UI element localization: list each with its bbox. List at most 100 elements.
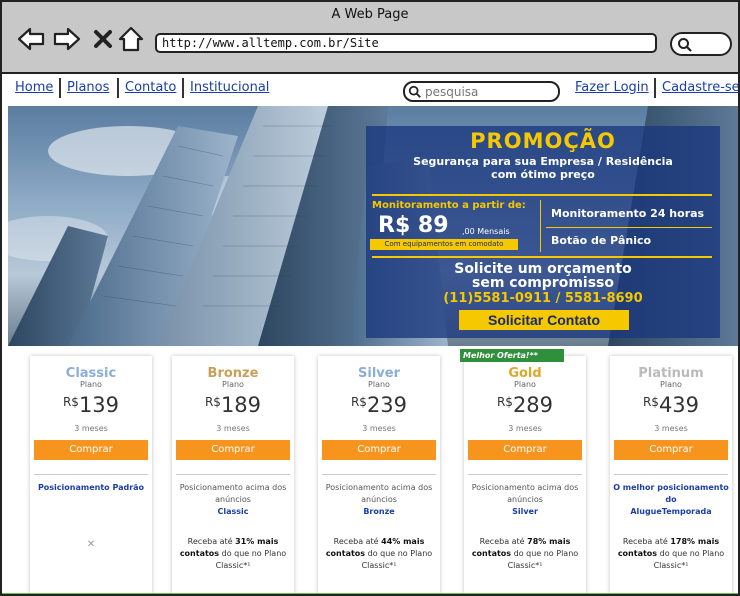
card-divider xyxy=(322,474,436,475)
plan-card-gold: Melhor Oferta!** Gold Plano R$289 3 mese… xyxy=(460,349,586,594)
request-contact-button[interactable]: Solicitar Contato xyxy=(459,310,629,330)
search-icon xyxy=(678,38,692,52)
nav-link-planos[interactable]: Planos xyxy=(67,80,109,95)
cta-heading: Solicite um orçamento sem compromisso xyxy=(366,262,720,290)
browser-search-box[interactable] xyxy=(670,32,732,56)
plan-price-value: 239 xyxy=(366,393,408,417)
plan-description-text: Posicionamento acima dos anúncios xyxy=(325,483,433,504)
feature-divider xyxy=(546,227,712,228)
plan-description-bold: Bronze xyxy=(363,507,395,516)
plan-description: Posicionamento Padrão xyxy=(32,482,150,494)
buy-button-silver[interactable]: Comprar xyxy=(322,440,436,460)
plan-label: Plano xyxy=(514,380,536,389)
window-title: A Web Page xyxy=(331,7,409,22)
address-bar[interactable]: http://www.alltemp.com.br/Site xyxy=(155,33,657,53)
plan-currency: R$ xyxy=(350,395,367,409)
promo-price-cents: ,00 Mensais xyxy=(462,227,510,236)
plan-price: R$289 xyxy=(464,393,586,417)
plan-extra-post: do que no Plano Classic*¹ xyxy=(653,549,725,570)
nav-link-home[interactable]: Home xyxy=(15,80,53,95)
cta-heading-line: sem compromisso xyxy=(471,275,614,291)
equipment-note: Com equipamentos em comodato xyxy=(370,239,518,250)
search-icon xyxy=(408,85,421,98)
feature-panic-button: Botão de Pânico xyxy=(551,234,652,247)
promo-vertical-divider xyxy=(540,200,541,252)
plan-name: Bronze xyxy=(207,366,259,381)
buy-button-bronze[interactable]: Comprar xyxy=(176,440,290,460)
site-navigation: Home Planos Contato Institucional Fazer … xyxy=(2,76,738,104)
browser-titlebar: A Web Page http://www.alltemp.com.br/Sit… xyxy=(2,2,738,74)
plan-extra-post: do que no Plano Classic*¹ xyxy=(361,549,433,570)
promo-subtitle: Segurança para sua Empresa / Residência … xyxy=(366,155,720,181)
plan-description-bold: Silver xyxy=(512,507,538,516)
promo-banner: PROMOÇÃO Segurança para sua Empresa / Re… xyxy=(8,106,738,346)
promo-divider xyxy=(372,256,712,258)
plan-currency: R$ xyxy=(496,395,513,409)
monitor-label: Monitoramento a partir de: xyxy=(372,200,526,211)
home-icon xyxy=(118,26,144,52)
promo-divider xyxy=(372,194,712,196)
plan-description: O melhor posicionamento do AlugueTemporad… xyxy=(612,482,730,518)
card-divider xyxy=(34,474,148,475)
plan-extra: Receba até 44% mais contatos do que no P… xyxy=(320,536,438,572)
buy-button-gold[interactable]: Comprar xyxy=(468,440,582,460)
promo-subtitle-line: com ótimo preço xyxy=(491,168,595,181)
plan-extra-pre: Receba até xyxy=(622,537,668,546)
plan-description-bold: Classic xyxy=(217,507,249,516)
plan-period: 3 meses xyxy=(362,424,396,433)
signup-link[interactable]: Cadastre-se xyxy=(662,80,738,95)
plan-description: Posicionamento acima dos anúncios Bronze xyxy=(320,482,438,518)
plan-price-value: 439 xyxy=(658,393,700,417)
plan-card-bronze: Bronze Plano R$189 3 meses Comprar Posic… xyxy=(172,356,294,594)
promo-panel: PROMOÇÃO Segurança para sua Empresa / Re… xyxy=(366,126,720,338)
site-search[interactable] xyxy=(403,81,560,102)
login-link[interactable]: Fazer Login xyxy=(575,80,649,95)
plan-extra-post: do que no Plano Classic*¹ xyxy=(215,549,287,570)
plan-currency: R$ xyxy=(642,395,659,409)
plan-label: Plano xyxy=(368,380,390,389)
browser-window: A Web Page http://www.alltemp.com.br/Sit… xyxy=(0,0,740,596)
back-button[interactable] xyxy=(16,24,46,54)
card-divider xyxy=(176,474,290,475)
plan-card-classic: Classic Plano R$139 3 meses Comprar Posi… xyxy=(30,356,152,594)
forward-arrow-icon xyxy=(53,27,81,51)
plan-description-text: Posicionamento acima dos anúncios xyxy=(471,483,579,504)
plan-price-value: 189 xyxy=(220,393,262,417)
plan-extra: Receba até 31% mais contatos do que no P… xyxy=(174,536,292,572)
plan-period: 3 meses xyxy=(216,424,250,433)
plan-name: Gold xyxy=(508,366,542,381)
plan-extra-pre: Receba até xyxy=(479,537,525,546)
promo-title: PROMOÇÃO xyxy=(470,129,616,153)
nav-divider xyxy=(117,78,119,98)
plan-price-value: 139 xyxy=(78,393,120,417)
stop-button[interactable] xyxy=(88,24,118,54)
plan-description: Posicionamento acima dos anúncios Classic xyxy=(174,482,292,518)
plan-description-bold: AlugueTemporada xyxy=(630,507,712,516)
buy-button-platinum[interactable]: Comprar xyxy=(614,440,728,460)
plan-extra: Receba até 78% mais contatos do que no P… xyxy=(466,536,584,572)
back-arrow-icon xyxy=(17,27,45,51)
phone-numbers: (11)5581-0911 / 5581-8690 xyxy=(443,291,643,306)
plan-extra: Receba até 178% mais contatos do que no … xyxy=(612,536,730,572)
nav-link-institucional[interactable]: Institucional xyxy=(190,80,269,95)
nav-link-contato[interactable]: Contato xyxy=(125,80,176,95)
nav-divider xyxy=(654,78,656,98)
plan-price: R$439 xyxy=(610,393,732,417)
plan-price-value: 289 xyxy=(512,393,554,417)
buy-button-classic[interactable]: Comprar xyxy=(34,440,148,460)
plan-period: 3 meses xyxy=(654,424,688,433)
plan-name: Classic xyxy=(65,366,117,381)
site-search-input[interactable] xyxy=(425,83,555,100)
feature-monitoring: Monitoramento 24 horas xyxy=(551,207,705,220)
home-button[interactable] xyxy=(116,24,146,54)
plan-label: Plano xyxy=(222,380,244,389)
plan-card-platinum: Platinum Plano R$439 3 meses Comprar O m… xyxy=(610,356,732,594)
plan-name: Platinum xyxy=(638,366,704,381)
plan-extra-pre: Receba até xyxy=(333,537,379,546)
card-divider xyxy=(468,474,582,475)
plan-period: 3 meses xyxy=(74,424,108,433)
nav-divider xyxy=(59,78,61,98)
plan-extra-pre: Receba até xyxy=(187,537,233,546)
forward-button[interactable] xyxy=(52,24,82,54)
close-x-icon xyxy=(94,30,112,48)
